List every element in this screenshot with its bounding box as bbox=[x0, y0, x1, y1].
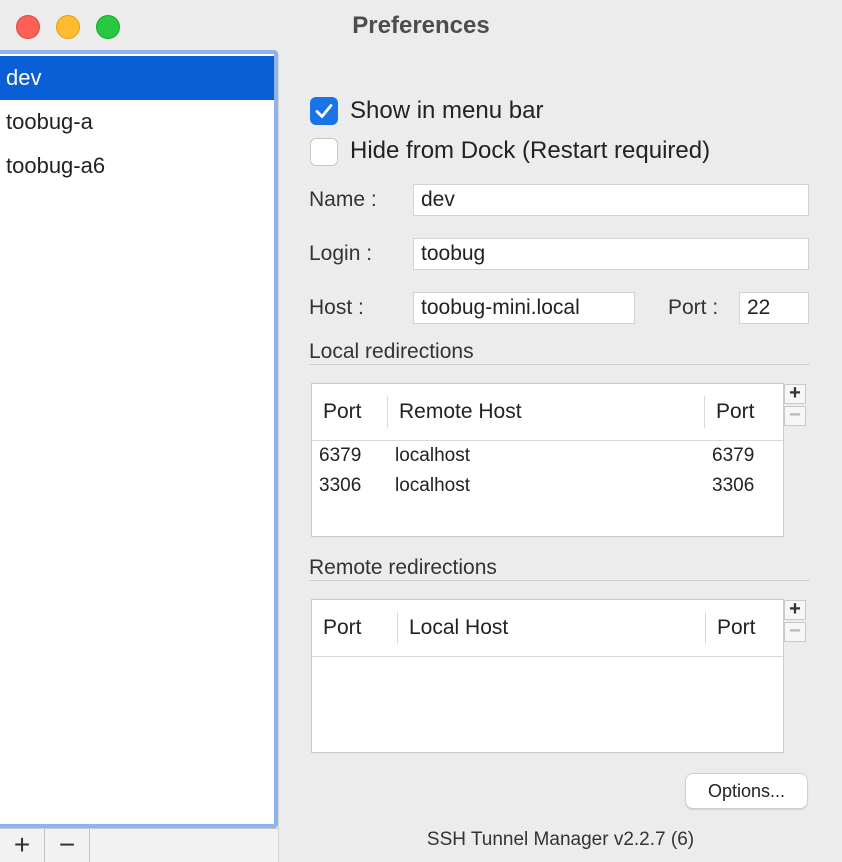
preferences-window: Preferences dev toobug-a toobug-a6 + − S… bbox=[0, 0, 842, 862]
tunnel-list-item[interactable]: dev bbox=[0, 56, 274, 100]
tunnel-list-item[interactable]: toobug-a6 bbox=[0, 144, 274, 188]
table-header: Port Local Host Port bbox=[312, 600, 783, 657]
table-cell: 3306 bbox=[319, 475, 362, 496]
column-header-port[interactable]: Port bbox=[323, 600, 362, 656]
remove-tunnel-button[interactable]: − bbox=[45, 829, 90, 862]
local-redirections-heading: Local redirections bbox=[309, 340, 474, 363]
tunnel-list-item[interactable]: toobug-a bbox=[0, 100, 274, 144]
name-field[interactable]: dev bbox=[413, 184, 809, 216]
add-tunnel-button[interactable]: + bbox=[0, 829, 45, 862]
port-field[interactable]: 22 bbox=[739, 292, 809, 324]
pane-divider bbox=[278, 54, 279, 862]
table-cell: 6379 bbox=[319, 445, 362, 466]
options-button[interactable]: Options... bbox=[685, 773, 808, 809]
section-divider bbox=[309, 364, 810, 365]
remove-remote-redirection-button[interactable]: − bbox=[784, 621, 806, 642]
add-local-redirection-button[interactable]: + bbox=[784, 383, 806, 404]
column-separator bbox=[705, 612, 706, 644]
table-header: Port Remote Host Port bbox=[312, 384, 783, 441]
host-field[interactable]: toobug-mini.local bbox=[413, 292, 635, 324]
column-header-local-host[interactable]: Local Host bbox=[409, 600, 508, 656]
column-header-port[interactable]: Port bbox=[323, 384, 362, 440]
show-in-menu-bar-label[interactable]: Show in menu bar bbox=[350, 97, 543, 125]
table-cell: 6379 bbox=[712, 445, 755, 466]
remote-redirections-heading: Remote redirections bbox=[309, 556, 497, 579]
port-label: Port : bbox=[668, 296, 719, 319]
remove-local-redirection-button[interactable]: − bbox=[784, 405, 806, 426]
host-label: Host : bbox=[309, 296, 364, 319]
column-header-port[interactable]: Port bbox=[717, 600, 756, 656]
local-redirections-table[interactable]: Port Remote Host Port 6379 localhost 637… bbox=[311, 383, 784, 537]
column-header-remote-host[interactable]: Remote Host bbox=[399, 384, 522, 440]
section-divider bbox=[309, 580, 810, 581]
login-label: Login : bbox=[309, 242, 373, 265]
table-cell: localhost bbox=[395, 445, 470, 466]
hide-from-dock-label[interactable]: Hide from Dock (Restart required) bbox=[350, 137, 710, 165]
add-remote-redirection-button[interactable]: + bbox=[784, 599, 806, 620]
show-in-menu-bar-checkbox[interactable] bbox=[310, 97, 338, 125]
hide-from-dock-checkbox[interactable] bbox=[310, 138, 338, 166]
version-label: SSH Tunnel Manager v2.2.7 (6) bbox=[426, 829, 695, 850]
column-separator bbox=[397, 612, 398, 644]
name-label: Name : bbox=[309, 188, 377, 211]
column-separator bbox=[387, 396, 388, 428]
table-cell: localhost bbox=[395, 475, 470, 496]
table-cell: 3306 bbox=[712, 475, 755, 496]
tunnel-list[interactable]: dev toobug-a toobug-a6 bbox=[0, 50, 278, 828]
title-bar: Preferences bbox=[0, 0, 842, 54]
remote-redirections-table[interactable]: Port Local Host Port bbox=[311, 599, 784, 753]
column-header-port[interactable]: Port bbox=[716, 384, 755, 440]
window-title: Preferences bbox=[352, 12, 490, 39]
column-separator bbox=[704, 396, 705, 428]
login-field[interactable]: toobug bbox=[413, 238, 809, 270]
checkmark-icon bbox=[315, 104, 333, 118]
tunnel-list-toolbar: + − bbox=[0, 828, 278, 862]
